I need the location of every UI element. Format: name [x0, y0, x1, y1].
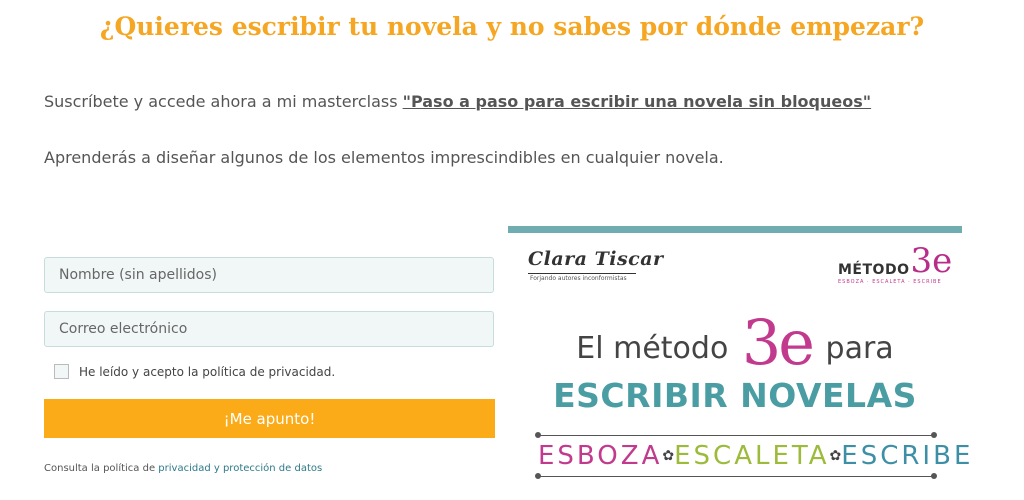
- privacy-consent-label[interactable]: He leído y acepto la política de privaci…: [79, 365, 335, 379]
- title-post: para: [825, 331, 894, 366]
- logo-underline: [528, 273, 636, 274]
- steps-rule-top: [535, 432, 937, 438]
- intro-lead: Suscríbete y accede ahora a mi mastercla…: [44, 92, 403, 111]
- masterclass-link[interactable]: "Paso a paso para escribir una novela si…: [403, 92, 871, 111]
- brand-tagline: Forjando autores inconformistas: [530, 275, 627, 282]
- gear-icon: ✿: [829, 448, 842, 464]
- method-subtitle: ESBOZA · ESCALETA · ESCRIBE: [838, 279, 942, 285]
- title-pre: El método: [576, 331, 729, 366]
- policy-text: Consulta la política de: [44, 463, 159, 474]
- step-escaleta: ESCALETA: [674, 441, 830, 471]
- email-field[interactable]: [44, 311, 494, 347]
- privacy-consent: He leído y acepto la política de privaci…: [54, 364, 335, 379]
- metodo-3e-logo: MÉTODO 3e: [838, 244, 952, 278]
- intro-text: Suscríbete y accede ahora a mi mastercla…: [44, 92, 871, 111]
- privacy-policy-note: Consulta la política de privacidad y pro…: [44, 463, 322, 474]
- clara-tiscar-logo: Clara Tiscar: [528, 248, 664, 270]
- step-esboza: ESBOZA: [538, 441, 663, 471]
- banner-title: El método 3e para: [508, 306, 962, 379]
- banner-subtitle: ESCRIBIR NOVELAS: [553, 376, 917, 415]
- banner-top-bar: [508, 226, 962, 233]
- method-3e-mark: 3e: [910, 241, 953, 281]
- steps-rule-bottom: [535, 473, 937, 479]
- title-3e-mark: 3e: [741, 306, 815, 379]
- gear-icon: ✿: [662, 448, 675, 464]
- privacy-policy-link[interactable]: privacidad y protección de datos: [158, 463, 322, 474]
- step-escribe: ESCRIBE: [841, 441, 974, 471]
- intro-description: Aprenderás a diseñar algunos de los elem…: [44, 148, 724, 167]
- name-field[interactable]: [44, 257, 494, 293]
- method-steps: ESBOZA ✿ ESCALETA ✿ ESCRIBE: [538, 441, 970, 471]
- subscribe-button[interactable]: ¡Me apunto!: [44, 399, 495, 438]
- privacy-checkbox[interactable]: [54, 364, 69, 379]
- page-headline: ¿Quieres escribir tu novela y no sabes p…: [99, 12, 925, 41]
- method-banner: Clara Tiscar Forjando autores inconformi…: [508, 226, 970, 500]
- method-word: MÉTODO: [838, 262, 910, 278]
